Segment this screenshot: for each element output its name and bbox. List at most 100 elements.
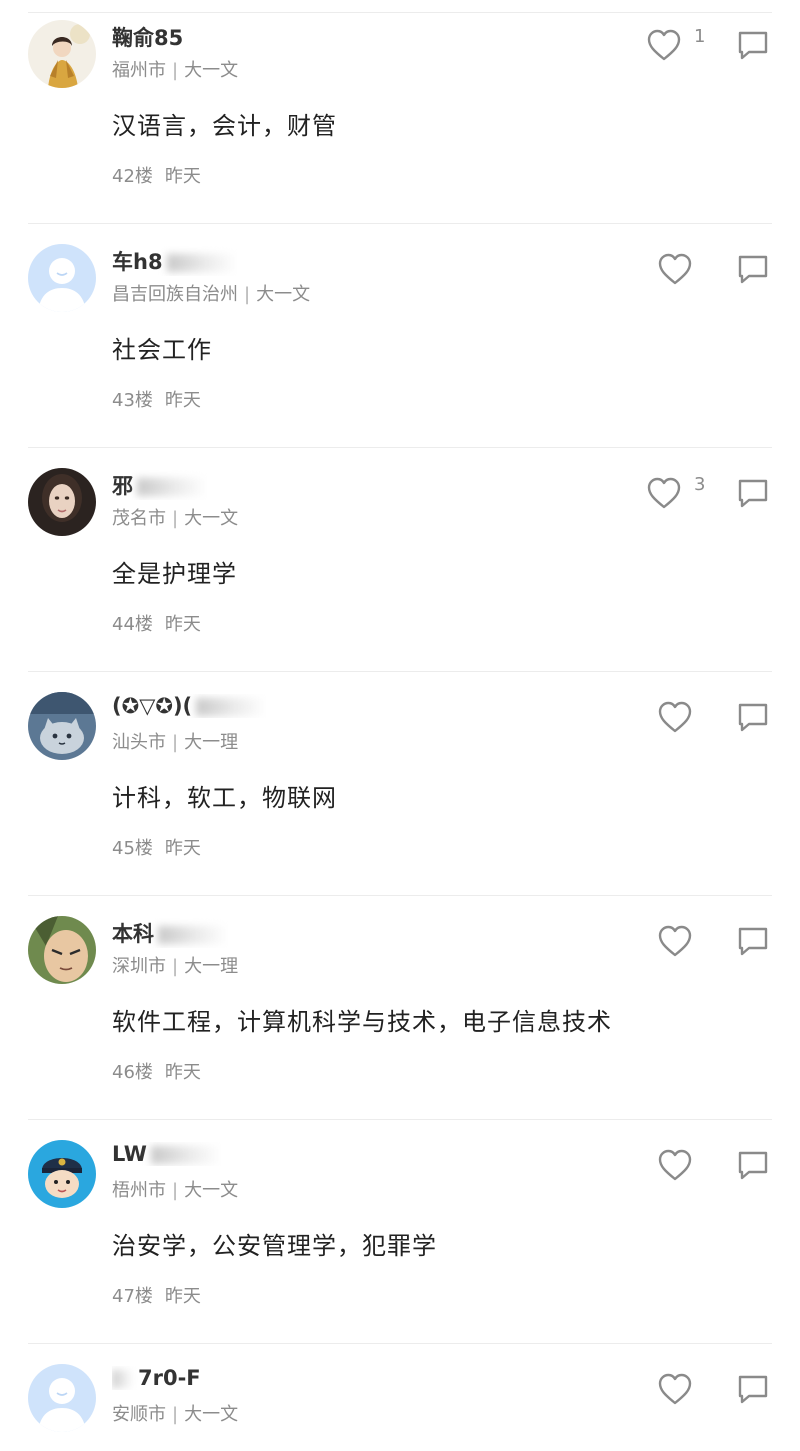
comment-text: 计科，软工，物联网 bbox=[112, 784, 337, 812]
redacted-text bbox=[196, 698, 267, 716]
heart-icon bbox=[658, 253, 692, 285]
like-button[interactable] bbox=[657, 1148, 705, 1184]
grade: 大一文 bbox=[184, 1180, 239, 1201]
grade: 大一理 bbox=[184, 956, 239, 977]
avatar[interactable] bbox=[28, 244, 96, 312]
reply-button[interactable] bbox=[736, 1372, 770, 1406]
comment-footer: 42楼 昨天 bbox=[112, 162, 201, 188]
location: 昌吉回族自治州 bbox=[112, 284, 238, 305]
username[interactable]: (✪▽✪)( bbox=[112, 694, 267, 718]
username-text: 车h8 bbox=[112, 250, 163, 274]
username-text: LW bbox=[112, 1142, 147, 1166]
speech-bubble-icon bbox=[738, 255, 768, 284]
comment-time: 昨天 bbox=[164, 1286, 201, 1307]
default-avatar bbox=[28, 244, 96, 312]
reply-button[interactable] bbox=[736, 924, 770, 958]
avatar[interactable] bbox=[28, 1140, 96, 1208]
comment-footer: 47楼 昨天 bbox=[112, 1282, 201, 1308]
like-count: 3 bbox=[694, 474, 706, 495]
heart-icon bbox=[647, 29, 681, 61]
comment-item: 7r0-F 安顺市 | 大一文 bbox=[0, 1344, 800, 1451]
user-meta: 深圳市 | 大一理 bbox=[112, 952, 238, 978]
location: 汕头市 bbox=[112, 732, 166, 753]
redacted-text bbox=[166, 254, 237, 272]
comment-footer: 44楼 昨天 bbox=[112, 610, 201, 636]
avatar[interactable] bbox=[28, 468, 96, 536]
comment-time: 昨天 bbox=[164, 838, 201, 859]
floor-number: 45楼 bbox=[112, 838, 153, 859]
floor-number: 44楼 bbox=[112, 614, 153, 635]
username-text: 邪 bbox=[112, 474, 133, 498]
username[interactable]: 邪 bbox=[112, 470, 207, 500]
grade: 大一文 bbox=[184, 508, 239, 529]
comment-time: 昨天 bbox=[164, 614, 201, 635]
redacted-text bbox=[137, 478, 207, 496]
like-button[interactable]: 3 bbox=[646, 474, 706, 512]
reply-button[interactable] bbox=[736, 28, 770, 62]
like-button[interactable] bbox=[657, 924, 705, 960]
heart-icon bbox=[647, 477, 681, 509]
location: 茂名市 bbox=[112, 508, 166, 529]
like-button[interactable]: 1 bbox=[646, 26, 706, 64]
redacted-text bbox=[112, 1370, 134, 1388]
comment-footer: 46楼 昨天 bbox=[112, 1058, 201, 1084]
reply-button[interactable] bbox=[736, 1148, 770, 1182]
meta-separator: | bbox=[172, 732, 179, 753]
like-button[interactable] bbox=[657, 700, 705, 736]
username[interactable]: 7r0-F bbox=[112, 1366, 201, 1390]
location: 深圳市 bbox=[112, 956, 166, 977]
avatar[interactable] bbox=[28, 916, 96, 984]
anime-character-avatar bbox=[28, 916, 96, 984]
heart-icon bbox=[658, 1373, 692, 1405]
user-meta: 汕头市 | 大一理 bbox=[112, 728, 238, 754]
location: 安顺市 bbox=[112, 1404, 166, 1425]
user-meta: 梧州市 | 大一文 bbox=[112, 1176, 238, 1202]
meta-separator: | bbox=[172, 1404, 179, 1425]
woman-portrait-avatar bbox=[28, 468, 96, 536]
username[interactable]: 本科 bbox=[112, 918, 228, 948]
meta-separator: | bbox=[244, 284, 251, 305]
comment-item: (✪▽✪)( 汕头市 | 大一理 计科，软工，物联网 45楼 昨天 bbox=[0, 672, 800, 896]
username-text: 本科 bbox=[112, 922, 154, 946]
comment-item: LW 梧州市 | 大一文 治安学，公安管理学，犯罪学 47楼 昨天 bbox=[0, 1120, 800, 1344]
floor-number: 43楼 bbox=[112, 390, 153, 411]
speech-bubble-icon bbox=[738, 1151, 768, 1180]
reply-button[interactable] bbox=[736, 700, 770, 734]
meta-separator: | bbox=[172, 60, 179, 81]
speech-bubble-icon bbox=[738, 31, 768, 60]
speech-bubble-icon bbox=[738, 1375, 768, 1404]
default-avatar bbox=[28, 1364, 96, 1432]
avatar[interactable] bbox=[28, 692, 96, 760]
like-count: 1 bbox=[694, 26, 706, 47]
username[interactable]: 车h8 bbox=[112, 246, 237, 276]
like-button[interactable] bbox=[657, 1372, 693, 1408]
username[interactable]: 鞠俞85 bbox=[112, 22, 183, 52]
username-text: 7r0-F bbox=[138, 1366, 201, 1390]
comment-text: 治安学，公安管理学，犯罪学 bbox=[112, 1232, 437, 1260]
comment-time: 昨天 bbox=[164, 390, 201, 411]
username-text: (✪▽✪)( bbox=[112, 694, 193, 718]
user-meta: 福州市 | 大一文 bbox=[112, 56, 238, 82]
user-meta: 昌吉回族自治州 | 大一文 bbox=[112, 280, 310, 306]
comment-text: 社会工作 bbox=[112, 336, 212, 364]
reply-button[interactable] bbox=[736, 252, 770, 286]
reply-button[interactable] bbox=[736, 476, 770, 510]
username-text: 鞠俞85 bbox=[112, 26, 184, 50]
like-button[interactable] bbox=[657, 252, 705, 288]
grade: 大一文 bbox=[256, 284, 311, 305]
cartoon-cat-avatar bbox=[28, 692, 96, 760]
meta-separator: | bbox=[172, 508, 179, 529]
avatar[interactable] bbox=[28, 20, 96, 88]
redacted-text bbox=[150, 1146, 221, 1164]
location: 梧州市 bbox=[112, 1180, 166, 1201]
police-cartoon-avatar bbox=[28, 1140, 96, 1208]
heart-icon bbox=[658, 1149, 692, 1181]
user-meta: 安顺市 | 大一文 bbox=[112, 1400, 238, 1426]
heart-icon bbox=[658, 701, 692, 733]
comment-time: 昨天 bbox=[164, 166, 201, 187]
avatar[interactable] bbox=[28, 1364, 96, 1432]
comment-item: 鞠俞85 福州市 | 大一文 汉语言，会计，财管 42楼 昨天 1 bbox=[0, 0, 800, 224]
meta-separator: | bbox=[172, 956, 179, 977]
username[interactable]: LW bbox=[112, 1142, 221, 1166]
comment-footer: 45楼 昨天 bbox=[112, 834, 201, 860]
